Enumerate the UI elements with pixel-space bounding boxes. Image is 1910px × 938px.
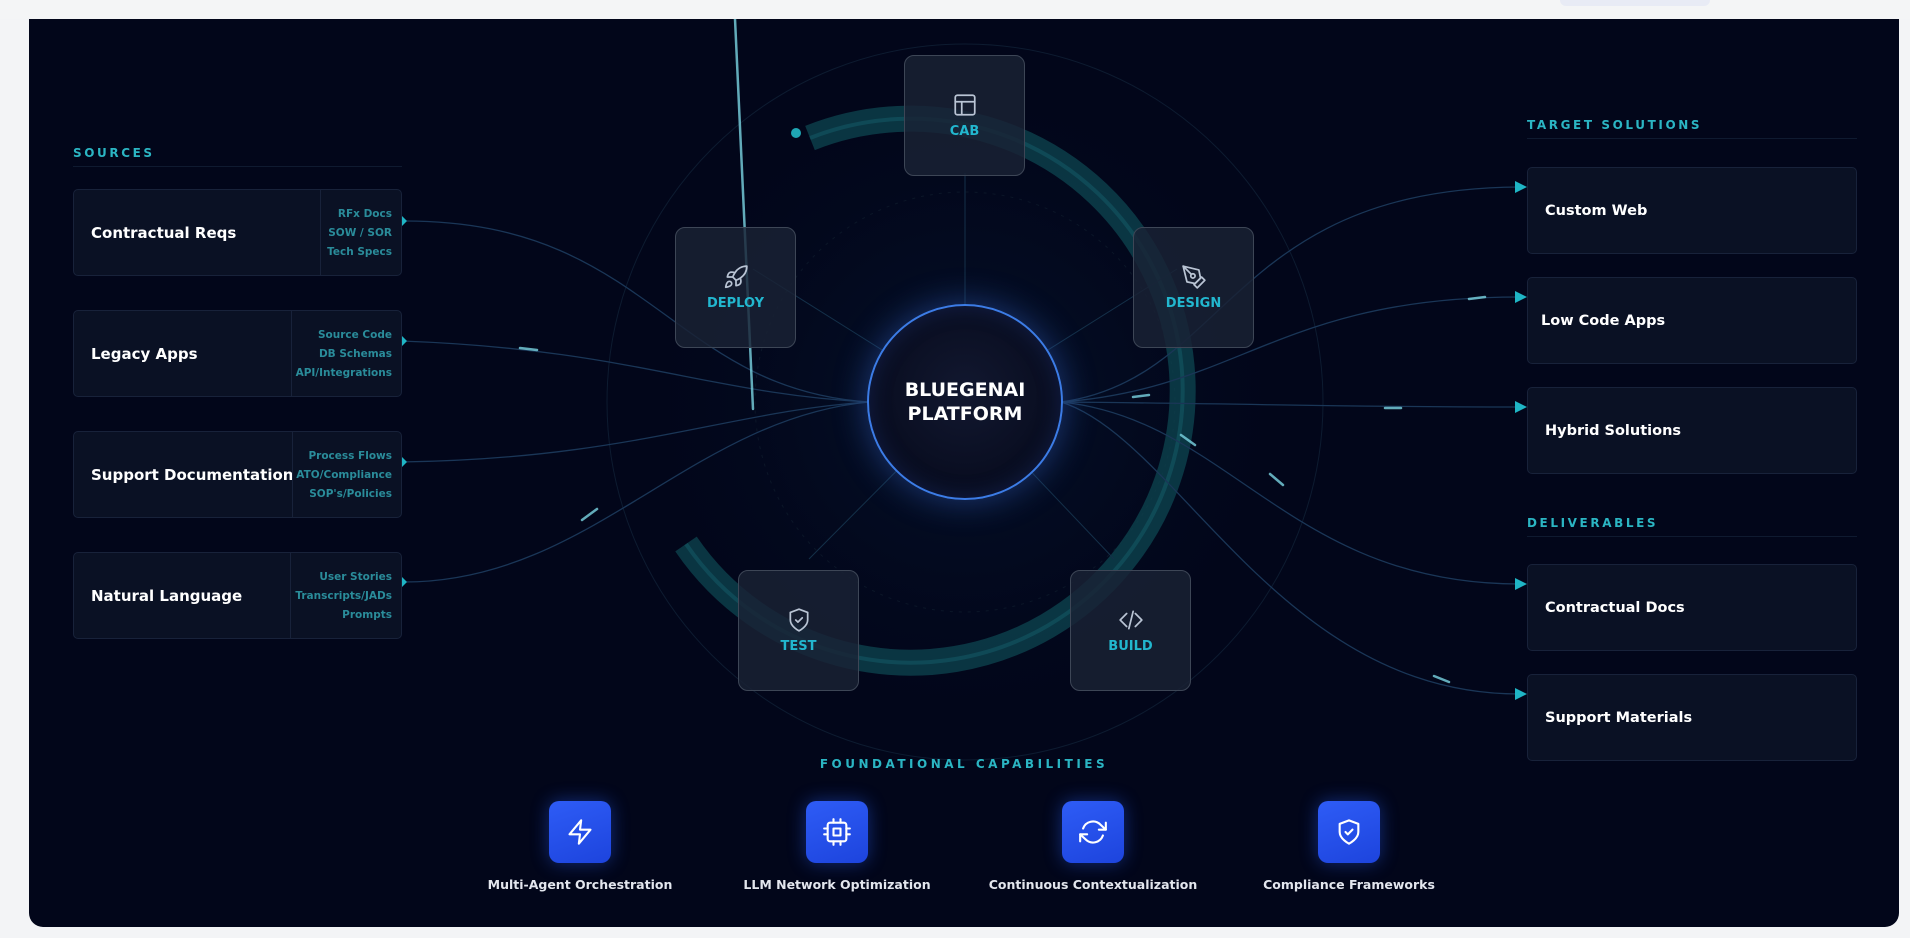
capability-continuous-contextualization[interactable]: Continuous Contextualization xyxy=(989,801,1197,892)
target-title: Custom Web xyxy=(1545,202,1648,219)
source-sublist: Source Code DB Schemas API/Integrations xyxy=(291,311,401,396)
capability-multi-agent-orchestration[interactable]: Multi-Agent Orchestration xyxy=(480,801,680,892)
target-card-custom-web[interactable]: Custom Web xyxy=(1527,167,1857,254)
source-sublist: RFx Docs SOW / SOR Tech Specs xyxy=(320,190,401,275)
layout-icon xyxy=(953,94,976,116)
pen-tool-icon xyxy=(1181,265,1206,289)
capability-label: LLM Network Optimization xyxy=(743,877,931,892)
source-sub-item: Source Code xyxy=(318,328,392,341)
capability-label: Multi-Agent Orchestration xyxy=(487,877,673,892)
deliverable-title: Support Materials xyxy=(1545,709,1693,726)
stage-label: TEST xyxy=(780,639,817,654)
orbit-dot xyxy=(791,128,801,138)
source-sub-item: Process Flows xyxy=(308,449,392,462)
source-sub-item: DB Schemas xyxy=(318,347,392,360)
stage-label: CAB xyxy=(949,124,980,139)
platform-diagram-panel: SOURCES Contractual Reqs RFx Docs SOW / … xyxy=(29,19,1899,927)
source-card-contractual-reqs[interactable]: Contractual Reqs RFx Docs SOW / SOR Tech… xyxy=(73,189,402,276)
stage-design[interactable]: DESIGN xyxy=(1133,227,1254,348)
refresh-icon xyxy=(1079,820,1107,844)
top-pill xyxy=(1560,0,1710,6)
target-card-low-code-apps[interactable]: Low Code Apps xyxy=(1527,277,1857,364)
capability-icon-tile xyxy=(1318,801,1380,863)
deliverable-card-contractual-docs[interactable]: Contractual Docs xyxy=(1527,564,1857,651)
source-sub-item: SOW / SOR xyxy=(328,226,392,239)
stage-label: DESIGN xyxy=(1165,296,1222,311)
stage-test[interactable]: TEST xyxy=(738,570,859,691)
target-title: Hybrid Solutions xyxy=(1545,422,1682,439)
targets-heading: TARGET SOLUTIONS xyxy=(1527,118,1703,132)
cpu-icon xyxy=(823,818,851,846)
sources-divider xyxy=(73,166,402,167)
deliverable-card-support-materials[interactable]: Support Materials xyxy=(1527,674,1857,761)
shield-check-icon xyxy=(1338,819,1360,845)
deliverables-divider xyxy=(1527,536,1857,537)
capability-icon-tile xyxy=(1062,801,1124,863)
source-sub-item: Prompts xyxy=(342,608,392,621)
source-title: Support Documentation xyxy=(91,465,294,484)
deliverables-heading: DELIVERABLES xyxy=(1527,516,1659,530)
rocket-icon xyxy=(724,265,748,289)
stage-build[interactable]: BUILD xyxy=(1070,570,1191,691)
target-title: Low Code Apps xyxy=(1541,312,1666,329)
capability-icon-tile xyxy=(806,801,868,863)
shield-check-icon xyxy=(788,608,809,632)
source-card-legacy-apps[interactable]: Legacy Apps Source Code DB Schemas API/I… xyxy=(73,310,402,397)
source-sub-item: Transcripts/JADs xyxy=(295,589,392,602)
capability-compliance-frameworks[interactable]: Compliance Frameworks xyxy=(1249,801,1449,892)
capability-icon-tile xyxy=(549,801,611,863)
code-icon xyxy=(1118,610,1143,630)
stage-cab[interactable]: CAB xyxy=(904,55,1025,176)
capabilities-heading: FOUNDATIONAL CAPABILITIES xyxy=(819,757,1109,771)
source-sub-item: ATO/Compliance xyxy=(296,468,392,481)
source-sub-item: User Stories xyxy=(319,570,392,583)
sources-heading: SOURCES xyxy=(73,146,155,160)
hub-label: BLUEGENAI PLATFORM xyxy=(904,379,1026,425)
stage-label: BUILD xyxy=(1108,639,1153,654)
source-sub-item: SOP's/Policies xyxy=(309,487,392,500)
source-sublist: Process Flows ATO/Compliance SOP's/Polic… xyxy=(292,432,401,517)
capability-llm-network-optimization[interactable]: LLM Network Optimization xyxy=(737,801,937,892)
source-sub-item: RFx Docs xyxy=(337,207,392,220)
source-card-support-documentation[interactable]: Support Documentation Process Flows ATO/… xyxy=(73,431,402,518)
target-card-hybrid-solutions[interactable]: Hybrid Solutions xyxy=(1527,387,1857,474)
source-card-natural-language[interactable]: Natural Language User Stories Transcript… xyxy=(73,552,402,639)
targets-divider xyxy=(1527,138,1857,139)
source-sub-item: Tech Specs xyxy=(327,245,392,258)
source-title: Legacy Apps xyxy=(91,344,198,363)
source-sub-item: API/Integrations xyxy=(295,366,392,379)
capability-label: Compliance Frameworks xyxy=(1263,877,1435,892)
capability-label: Continuous Contextualization xyxy=(988,877,1198,892)
source-title: Natural Language xyxy=(91,586,243,605)
page-top-strip xyxy=(0,0,1910,19)
source-sublist: User Stories Transcripts/JADs Prompts xyxy=(290,553,401,638)
stage-label: DEPLOY xyxy=(706,296,765,311)
source-title: Contractual Reqs xyxy=(91,223,237,242)
stage-deploy[interactable]: DEPLOY xyxy=(675,227,796,348)
lightning-icon xyxy=(568,819,592,845)
platform-hub[interactable]: BLUEGENAI PLATFORM xyxy=(867,304,1063,500)
deliverable-title: Contractual Docs xyxy=(1545,599,1685,616)
